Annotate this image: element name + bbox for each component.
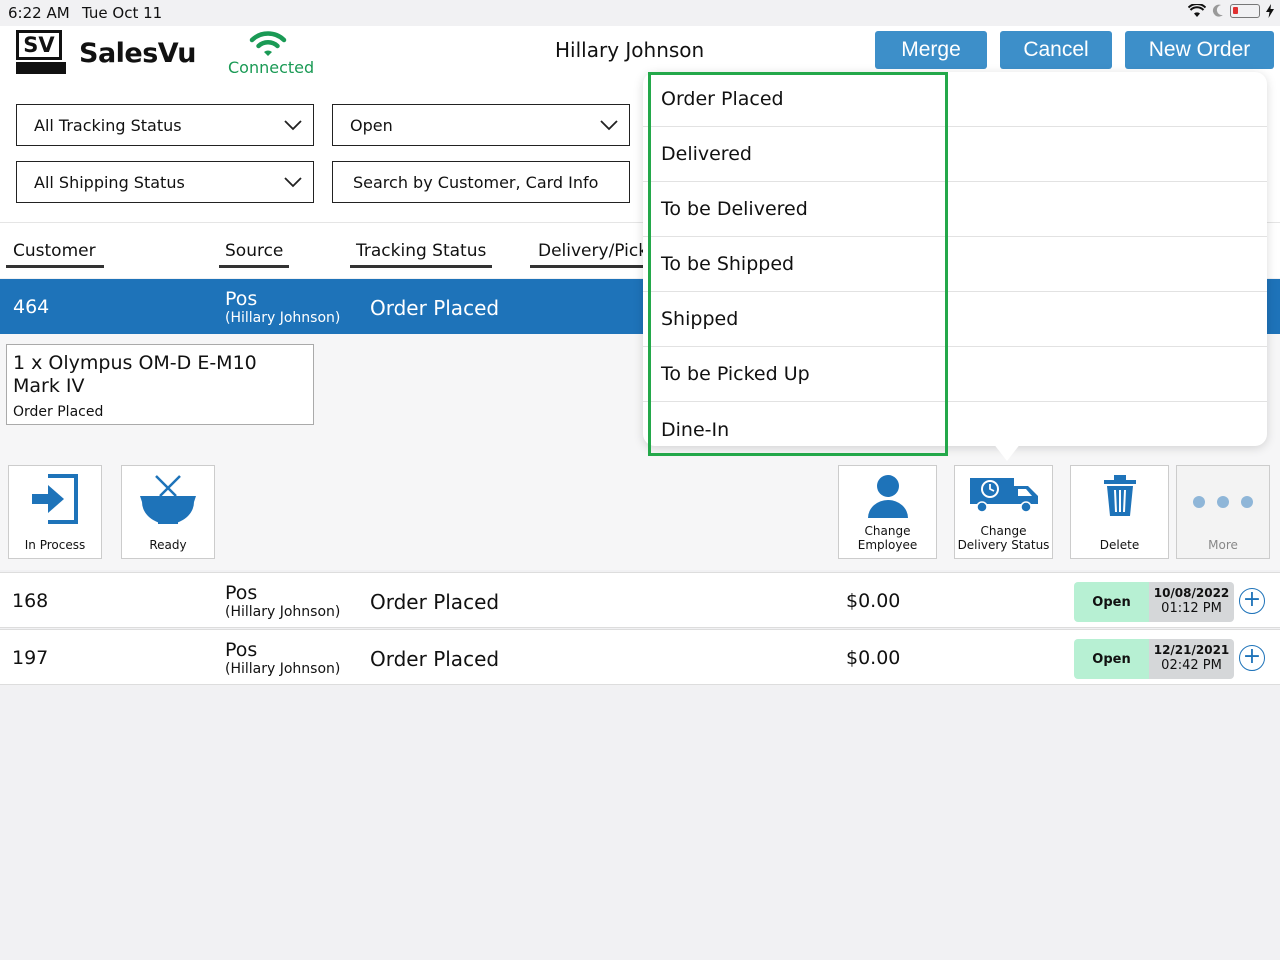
current-user: Hillary Johnson — [555, 38, 705, 62]
chevron-down-icon — [284, 177, 302, 188]
connection-status: Connected — [228, 30, 315, 77]
change-delivery-label: Change Delivery Status — [955, 524, 1052, 552]
customer-search-input[interactable]: Search by Customer, Card Info — [332, 161, 630, 203]
status-date: Tue Oct 11 — [82, 4, 163, 22]
in-process-label: In Process — [24, 538, 86, 552]
bowl-icon — [140, 475, 196, 524]
merge-button[interactable]: Merge — [875, 31, 987, 69]
order-open-label: Open — [1074, 582, 1149, 622]
order-tracking-status: Order Placed — [370, 296, 500, 320]
order-amount: $0.00 — [846, 647, 901, 669]
order-status-badge: Open 12/21/2021 02:42 PM — [1074, 639, 1234, 679]
order-source: Pos — [225, 582, 258, 604]
charging-icon — [1266, 4, 1274, 18]
change-delivery-line2: Delivery Status — [957, 538, 1050, 552]
ready-button[interactable]: Ready — [121, 465, 215, 559]
dropdown-option-order-placed[interactable]: Order Placed — [643, 72, 1267, 127]
change-employee-line2: Employee — [857, 538, 918, 552]
order-open-label: Open — [1074, 639, 1149, 679]
dropdown-option-to-be-shipped[interactable]: To be Shipped — [643, 237, 1267, 292]
expand-plus-icon[interactable]: + — [1239, 588, 1265, 614]
new-order-button[interactable]: New Order — [1125, 31, 1274, 69]
salesvu-logo: SV — [16, 30, 66, 74]
order-id: 464 — [13, 296, 50, 318]
more-label: More — [1208, 538, 1238, 552]
column-customer[interactable]: Customer — [6, 241, 104, 268]
order-id: 168 — [12, 590, 49, 612]
logo-mark: SV — [16, 30, 62, 60]
dropdown-option-to-be-picked-up[interactable]: To be Picked Up — [643, 347, 1267, 402]
order-status-badge: Open 10/08/2022 01:12 PM — [1074, 582, 1234, 622]
arrow-in-icon — [32, 474, 78, 524]
delivery-status-dropdown: Order Placed Delivered To be Delivered T… — [643, 72, 1267, 446]
order-time: 02:42 PM — [1161, 658, 1222, 673]
more-button[interactable]: More — [1176, 465, 1270, 559]
moon-icon — [1212, 4, 1223, 17]
in-process-button[interactable]: In Process — [8, 465, 102, 559]
dropdown-option-to-be-delivered[interactable]: To be Delivered — [643, 182, 1267, 237]
order-source: Pos — [225, 288, 258, 310]
dropdown-arrow — [993, 443, 1021, 461]
item-status: Order Placed — [13, 404, 104, 420]
order-tracking-status: Order Placed — [370, 647, 500, 671]
order-datetime: 12/21/2021 02:42 PM — [1149, 639, 1234, 679]
table-row[interactable]: 197 Pos (Hillary Johnson) Order Placed $… — [0, 629, 1280, 685]
change-employee-button[interactable]: Change Employee — [838, 465, 937, 559]
delete-button[interactable]: Delete — [1070, 465, 1169, 559]
tracking-status-select[interactable]: All Tracking Status — [16, 104, 314, 146]
order-amount: $0.00 — [846, 590, 901, 612]
status-icons — [1188, 4, 1274, 18]
trash-icon — [1103, 475, 1136, 516]
change-employee-label: Change Employee — [839, 524, 936, 552]
wifi-status-icon — [1188, 4, 1206, 17]
order-datetime: 10/08/2022 01:12 PM — [1149, 582, 1234, 622]
order-item-card[interactable]: 1 x Olympus OM-D E-M10 Mark IV Order Pla… — [6, 344, 314, 425]
open-status-value: Open — [350, 115, 393, 135]
order-id: 197 — [12, 647, 49, 669]
order-source: Pos — [225, 639, 258, 661]
open-status-select[interactable]: Open — [332, 104, 630, 146]
dropdown-option-shipped[interactable]: Shipped — [643, 292, 1267, 347]
order-source-user: (Hillary Johnson) — [225, 661, 341, 677]
column-delivery-pickup[interactable]: Delivery/Pick — [530, 241, 649, 268]
order-source-user: (Hillary Johnson) — [225, 604, 341, 620]
shipping-status-select[interactable]: All Shipping Status — [16, 161, 314, 203]
status-bar: 6:22 AM Tue Oct 11 — [0, 0, 1280, 26]
order-source-user: (Hillary Johnson) — [225, 310, 341, 326]
expand-plus-icon[interactable]: + — [1239, 645, 1265, 671]
brand-name: SalesVu — [79, 38, 196, 69]
connected-label: Connected — [228, 58, 315, 77]
column-source[interactable]: Source — [219, 241, 290, 268]
more-dots-icon — [1193, 496, 1253, 508]
wifi-icon — [249, 31, 287, 56]
order-date: 10/08/2022 — [1153, 586, 1230, 600]
change-employee-line1: Change — [864, 524, 911, 538]
chevron-down-icon — [284, 120, 302, 131]
chevron-down-icon — [600, 120, 618, 131]
person-icon — [867, 475, 908, 518]
logo-base — [16, 62, 66, 74]
dropdown-option-delivered[interactable]: Delivered — [643, 127, 1267, 182]
status-time: 6:22 AM — [8, 4, 70, 22]
tracking-status-value: All Tracking Status — [34, 115, 182, 135]
delete-label: Delete — [1099, 538, 1140, 552]
table-row[interactable]: 168 Pos (Hillary Johnson) Order Placed $… — [0, 572, 1280, 628]
battery-icon — [1230, 4, 1260, 18]
change-delivery-status-button[interactable]: Change Delivery Status — [954, 465, 1053, 559]
order-tracking-status: Order Placed — [370, 590, 500, 614]
order-time: 01:12 PM — [1161, 601, 1222, 616]
order-date: 12/21/2021 — [1153, 643, 1230, 657]
column-tracking-status[interactable]: Tracking Status — [350, 241, 493, 268]
ready-label: Ready — [149, 538, 187, 552]
dropdown-option-dine-in[interactable]: Dine-In — [643, 402, 1267, 446]
delivery-truck-icon — [969, 478, 1038, 513]
change-delivery-line1: Change — [980, 524, 1027, 538]
item-title: 1 x Olympus OM-D E-M10 Mark IV — [13, 352, 257, 397]
shipping-status-value: All Shipping Status — [34, 172, 185, 192]
cancel-button[interactable]: Cancel — [1000, 31, 1112, 69]
